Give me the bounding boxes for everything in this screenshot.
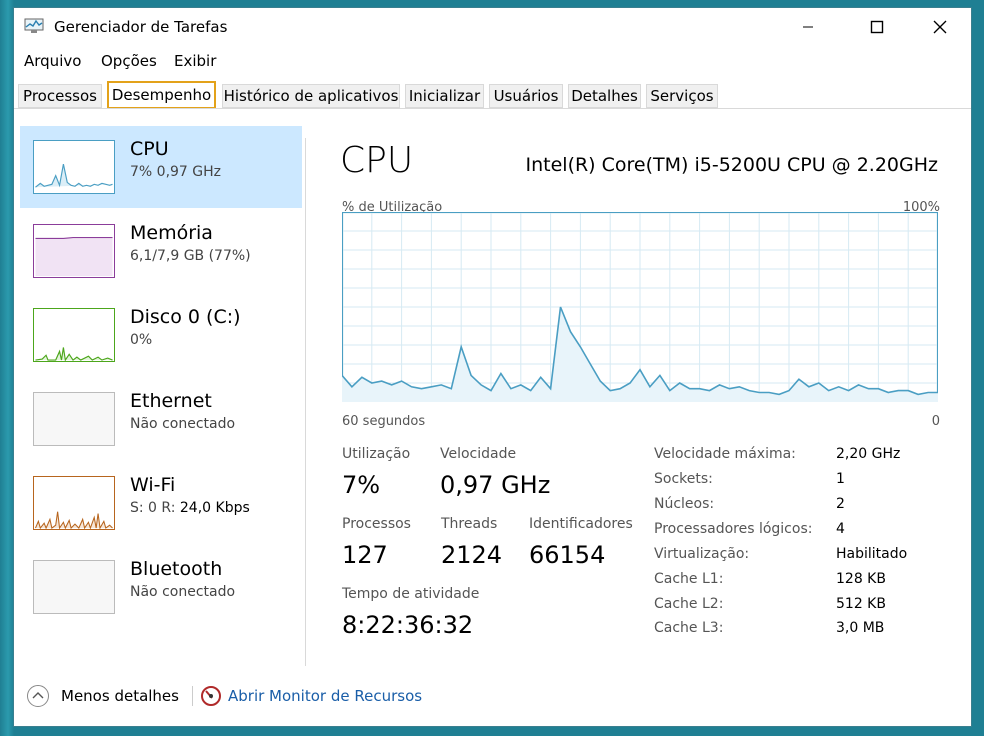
value-threads: 2124 — [441, 541, 503, 569]
sidebar-item-bluetooth[interactable]: Bluetooth Não conectado — [20, 546, 302, 628]
memory-thumbnail-graph — [33, 224, 115, 278]
open-resource-monitor-link[interactable]: Abrir Monitor de Recursos — [228, 687, 422, 705]
value-processos: 127 — [342, 541, 388, 569]
spec-value-sockets: 1 — [836, 471, 845, 487]
cpu-utilization-graph — [342, 212, 938, 402]
sidebar-sub-bluetooth: Não conectado — [130, 584, 236, 600]
menu-opcoes[interactable]: Opções — [101, 52, 157, 70]
wifi-thumbnail-graph — [33, 476, 115, 530]
wifi-send: S: 0 — [130, 500, 157, 516]
value-tempo-atividade: 8:22:36:32 — [342, 611, 474, 639]
panel-title: CPU — [340, 140, 414, 181]
window-title: Gerenciador de Tarefas — [54, 18, 228, 36]
task-manager-icon — [24, 18, 44, 33]
spec-key-cache-l3: Cache L3: — [654, 620, 724, 636]
bluetooth-thumbnail-empty — [33, 560, 115, 614]
cpu-model: Intel(R) Core(TM) i5-5200U CPU @ 2.20GHz — [525, 154, 939, 176]
resource-sidebar: CPU 7% 0,97 GHz Memória 6,1/7,9 GB (77%)… — [20, 126, 302, 666]
spec-value-cache-l1: 128 KB — [836, 571, 886, 587]
sidebar-label-cpu: CPU — [130, 138, 169, 160]
sidebar-label-disco: Disco 0 (C:) — [130, 306, 241, 328]
spec-key-nucleos: Núcleos: — [654, 496, 715, 512]
graph-xlabel-right: 0 — [931, 414, 940, 429]
spec-key-cache-l2: Cache L2: — [654, 596, 724, 612]
maximize-icon — [870, 20, 884, 34]
wifi-recv-label: R: — [161, 500, 176, 516]
less-details-link[interactable]: Menos detalhes — [61, 687, 179, 705]
label-threads: Threads — [441, 516, 498, 532]
cpu-detail-panel: CPU Intel(R) Core(TM) i5-5200U CPU @ 2.2… — [314, 126, 954, 666]
tab-strip: Processos Desempenho Histórico de aplica… — [14, 81, 971, 109]
sidebar-item-disco[interactable]: Disco 0 (C:) 0% — [20, 294, 302, 376]
cpu-thumbnail-graph — [33, 140, 115, 194]
sidebar-item-cpu[interactable]: CPU 7% 0,97 GHz — [20, 126, 302, 208]
sidebar-label-ethernet: Ethernet — [130, 390, 212, 412]
tab-divider — [14, 108, 971, 109]
spec-value-processadores-logicos: 4 — [836, 521, 845, 537]
minimize-icon — [803, 26, 813, 28]
spec-key-cache-l1: Cache L1: — [654, 571, 724, 587]
spec-value-virtualizacao: Habilitado — [836, 546, 908, 562]
footer-bar: Menos detalhes Abrir Monitor de Recursos — [14, 678, 971, 714]
value-velocidade: 0,97 GHz — [440, 471, 551, 499]
task-manager-window: Gerenciador de Tarefas Arquivo Opções Ex… — [14, 8, 971, 726]
disk-thumbnail-graph — [33, 308, 115, 362]
close-button[interactable] — [917, 8, 963, 46]
value-utilizacao: 7% — [342, 471, 381, 499]
tab-usuarios[interactable]: Usuários — [489, 84, 563, 108]
footer-separator — [192, 686, 193, 706]
sidebar-item-ethernet[interactable]: Ethernet Não conectado — [20, 378, 302, 460]
wifi-recv-value: 24,0 Kbps — [179, 500, 250, 516]
tab-inicializar[interactable]: Inicializar — [405, 84, 484, 108]
tab-historico[interactable]: Histórico de aplicativos — [222, 84, 400, 108]
sidebar-sub-cpu: 7% 0,97 GHz — [130, 164, 222, 180]
sidebar-sub-wifi: S: 0 R: 24,0 Kbps — [130, 500, 250, 516]
spec-key-sockets: Sockets: — [654, 471, 713, 487]
sidebar-label-wifi: Wi-Fi — [130, 474, 176, 496]
menu-arquivo[interactable]: Arquivo — [24, 52, 81, 70]
label-velocidade: Velocidade — [440, 446, 517, 462]
sidebar-label-memoria: Memória — [130, 222, 213, 244]
sidebar-label-bluetooth: Bluetooth — [130, 558, 223, 580]
spec-value-nucleos: 2 — [836, 496, 845, 512]
resource-monitor-icon — [201, 686, 221, 706]
label-utilizacao: Utilização — [342, 446, 411, 462]
sidebar-sub-disco: 0% — [130, 332, 153, 348]
label-processos: Processos — [342, 516, 411, 532]
tab-desempenho[interactable]: Desempenho — [107, 81, 216, 109]
tab-servicos[interactable]: Serviços — [646, 84, 718, 108]
title-bar: Gerenciador de Tarefas — [14, 8, 971, 46]
label-tempo-atividade: Tempo de atividade — [342, 586, 480, 602]
sidebar-item-memoria[interactable]: Memória 6,1/7,9 GB (77%) — [20, 210, 302, 292]
spec-key-processadores-logicos: Processadores lógicos: — [654, 521, 813, 537]
spec-value-velocidade-maxima: 2,20 GHz — [836, 446, 901, 462]
tab-processos[interactable]: Processos — [18, 84, 102, 108]
value-identificadores: 66154 — [529, 541, 606, 569]
sidebar-sub-ethernet: Não conectado — [130, 416, 236, 432]
minimize-button[interactable] — [785, 8, 831, 46]
spec-key-virtualizacao: Virtualização: — [654, 546, 750, 562]
maximize-button[interactable] — [854, 8, 900, 46]
spec-value-cache-l2: 512 KB — [836, 596, 886, 612]
ethernet-thumbnail-empty — [33, 392, 115, 446]
chevron-up-icon[interactable] — [26, 684, 50, 708]
sidebar-item-wifi[interactable]: Wi-Fi S: 0 R: 24,0 Kbps — [20, 462, 302, 544]
close-icon — [933, 20, 947, 34]
menu-exibir[interactable]: Exibir — [174, 52, 216, 70]
spec-key-velocidade-maxima: Velocidade máxima: — [654, 446, 796, 462]
sidebar-sub-memoria: 6,1/7,9 GB (77%) — [130, 248, 251, 264]
panel-divider — [305, 138, 306, 666]
graph-xlabel-left: 60 segundos — [342, 414, 426, 429]
tab-detalhes[interactable]: Detalhes — [568, 84, 641, 108]
label-identificadores: Identificadores — [529, 516, 633, 532]
spec-value-cache-l3: 3,0 MB — [836, 620, 885, 636]
